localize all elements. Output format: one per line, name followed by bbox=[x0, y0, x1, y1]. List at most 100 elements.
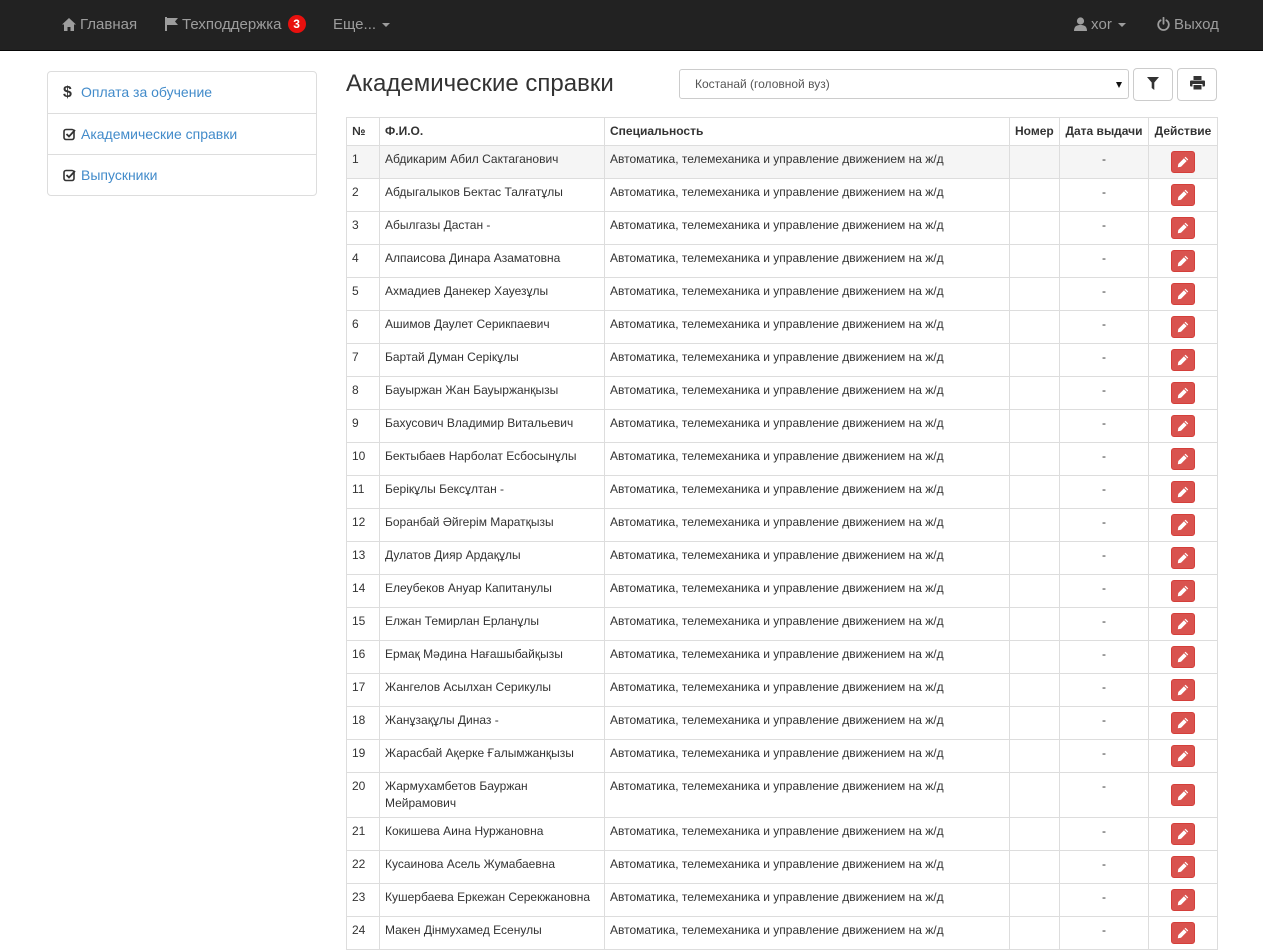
table-row: 18 Жанұзақұлы Диназ - Автоматика, телемеха… bbox=[346, 706, 1218, 740]
nav-user-dropdown[interactable]: xor bbox=[1074, 0, 1126, 50]
chevron-down-icon bbox=[1117, 23, 1126, 27]
support-count-badge: 3 bbox=[287, 15, 306, 33]
pencil-icon bbox=[1177, 894, 1189, 906]
edit-button[interactable] bbox=[1171, 316, 1195, 338]
edit-button[interactable] bbox=[1171, 823, 1195, 845]
cell-num: 8 bbox=[346, 376, 380, 410]
edit-button[interactable] bbox=[1171, 415, 1195, 437]
nav-home-link[interactable]: Главная bbox=[62, 0, 137, 50]
filter-icon bbox=[1147, 76, 1159, 93]
edit-button[interactable] bbox=[1171, 217, 1195, 239]
edit-button[interactable] bbox=[1171, 613, 1195, 635]
nav-more-dropdown[interactable]: Еще... bbox=[333, 0, 391, 50]
edit-button[interactable] bbox=[1171, 349, 1195, 371]
cell-num: 4 bbox=[346, 244, 380, 278]
cell-fio: Бахусович Владимир Витальевич bbox=[379, 409, 605, 443]
nav-logout-label: Выход bbox=[1174, 16, 1219, 33]
cell-action bbox=[1148, 739, 1218, 773]
edit-button[interactable] bbox=[1171, 922, 1195, 944]
dollar-icon: $ bbox=[63, 84, 72, 101]
edit-button[interactable] bbox=[1171, 646, 1195, 668]
cell-num: 19 bbox=[346, 739, 380, 773]
cell-specialty: Автоматика, телемеханика и управление дв… bbox=[604, 442, 1010, 476]
cell-specialty: Автоматика, телемеханика и управление дв… bbox=[604, 178, 1010, 212]
cell-fio: Бауыржан Жан Бауыржанқызы bbox=[379, 376, 605, 410]
cell-fio: Ермақ Мәдина Нағашыбайқызы bbox=[379, 640, 605, 674]
edit-button[interactable] bbox=[1171, 547, 1195, 569]
edit-button[interactable] bbox=[1171, 712, 1195, 734]
sidebar-item-label: Выпускники bbox=[81, 167, 158, 183]
edit-button[interactable] bbox=[1171, 856, 1195, 878]
branch-select[interactable]: Костанай (головной вуз) bbox=[679, 69, 1129, 99]
edit-button[interactable] bbox=[1171, 382, 1195, 404]
cell-action bbox=[1148, 541, 1218, 575]
pencil-icon bbox=[1177, 789, 1189, 801]
cell-specialty: Автоматика, телемеханика и управление дв… bbox=[604, 277, 1010, 311]
page-title: Академические справки bbox=[346, 70, 614, 97]
cell-num: 22 bbox=[346, 850, 380, 884]
chevron-down-icon bbox=[1116, 82, 1122, 88]
filter-button[interactable] bbox=[1133, 68, 1173, 101]
cell-action bbox=[1148, 508, 1218, 542]
cell-num: 12 bbox=[346, 508, 380, 542]
cell-number bbox=[1009, 244, 1060, 278]
cell-number bbox=[1009, 706, 1060, 740]
cell-issue-date: - bbox=[1059, 640, 1149, 674]
cell-specialty: Автоматика, телемеханика и управление дв… bbox=[604, 508, 1010, 542]
column-header-number: Номер bbox=[1009, 117, 1060, 146]
sidebar-item-academic-certificates[interactable]: Академические справки bbox=[48, 113, 316, 154]
table-row: 24 Макен Дінмухамед Есенулы Автоматика, те… bbox=[346, 916, 1218, 950]
cell-num: 24 bbox=[346, 916, 380, 950]
pencil-icon bbox=[1177, 288, 1189, 300]
cell-number bbox=[1009, 343, 1060, 377]
nav-logout-link[interactable]: Выход bbox=[1157, 0, 1219, 50]
cell-action bbox=[1148, 178, 1218, 212]
cell-specialty: Автоматика, телемеханика и управление дв… bbox=[604, 343, 1010, 377]
cell-number bbox=[1009, 442, 1060, 476]
table-row: 15 Елжан Темирлан Ерланұлы Автоматика, тел… bbox=[346, 607, 1218, 641]
branch-select-value: Костанай (головной вуз) bbox=[695, 77, 830, 91]
edit-button[interactable] bbox=[1171, 184, 1195, 206]
table-row: 9 Бахусович Владимир Витальевич Автоматика… bbox=[346, 409, 1218, 443]
cell-specialty: Автоматика, телемеханика и управление дв… bbox=[604, 772, 1010, 818]
pencil-icon bbox=[1177, 387, 1189, 399]
edit-button[interactable] bbox=[1171, 250, 1195, 272]
table-row: 6 Ашимов Даулет Серикпаевич Автоматика, те… bbox=[346, 310, 1218, 344]
cell-fio: Жангелов Асылхан Серикулы bbox=[379, 673, 605, 707]
pencil-icon bbox=[1177, 354, 1189, 366]
cell-num: 21 bbox=[346, 817, 380, 851]
sidebar-item-payment[interactable]: $ Оплата за обучение bbox=[48, 72, 316, 113]
nav-support-link[interactable]: Техподдержка 3 bbox=[165, 0, 306, 50]
cell-action bbox=[1148, 640, 1218, 674]
cell-issue-date: - bbox=[1059, 916, 1149, 950]
cell-action bbox=[1148, 706, 1218, 740]
edit-button[interactable] bbox=[1171, 481, 1195, 503]
cell-action bbox=[1148, 211, 1218, 245]
edit-button[interactable] bbox=[1171, 448, 1195, 470]
cell-number bbox=[1009, 772, 1060, 818]
edit-button[interactable] bbox=[1171, 283, 1195, 305]
table-row: 5 Ахмадиев Данекер Хауезұлы Автоматика, те… bbox=[346, 277, 1218, 311]
cell-number bbox=[1009, 475, 1060, 509]
cell-num: 7 bbox=[346, 343, 380, 377]
cell-action bbox=[1148, 772, 1218, 818]
pencil-icon bbox=[1177, 255, 1189, 267]
sidebar-item-graduates[interactable]: Выпускники bbox=[48, 154, 316, 195]
edit-button[interactable] bbox=[1171, 679, 1195, 701]
table-row: 20 Жармухамбетов Бауржан Мейрамович Автома… bbox=[346, 772, 1218, 818]
edit-button[interactable] bbox=[1171, 514, 1195, 536]
print-button[interactable] bbox=[1177, 68, 1217, 101]
cell-specialty: Автоматика, телемеханика и управление дв… bbox=[604, 244, 1010, 278]
edit-button[interactable] bbox=[1171, 580, 1195, 602]
pencil-icon bbox=[1177, 750, 1189, 762]
cell-fio: Ашимов Даулет Серикпаевич bbox=[379, 310, 605, 344]
edit-button[interactable] bbox=[1171, 151, 1195, 173]
edit-button[interactable] bbox=[1171, 889, 1195, 911]
cell-fio: Елжан Темирлан Ерланұлы bbox=[379, 607, 605, 641]
cell-number bbox=[1009, 640, 1060, 674]
sidebar-item-label: Академические справки bbox=[81, 126, 238, 142]
edit-button[interactable] bbox=[1171, 784, 1195, 806]
edit-button[interactable] bbox=[1171, 745, 1195, 767]
cell-number bbox=[1009, 883, 1060, 917]
table-row: 10 Бектыбаев Нарболат Есбосынұлы Автоматик… bbox=[346, 442, 1218, 476]
